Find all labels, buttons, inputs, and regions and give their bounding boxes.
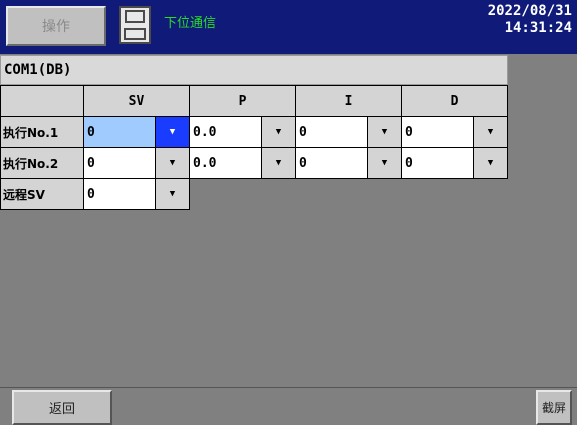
exec1-d-dropdown[interactable]: ▼	[473, 116, 508, 148]
exec1-sv-dropdown[interactable]: ▼	[155, 116, 190, 148]
exec2-i-field[interactable]: 0	[295, 147, 368, 179]
triangle-down-icon: ▼	[169, 158, 176, 168]
triangle-down-icon: ▼	[487, 158, 494, 168]
row-label-exec2: 执行No.2	[0, 147, 84, 179]
exec1-sv-field[interactable]: 0	[83, 116, 156, 148]
row-label-remote-sv: 远程SV	[0, 178, 84, 210]
triangle-down-icon: ▼	[169, 127, 176, 137]
comm-status-label: 下位通信	[164, 16, 217, 31]
triangle-down-icon: ▼	[381, 127, 388, 137]
exec2-d-field[interactable]: 0	[401, 147, 474, 179]
title-bar	[0, 55, 508, 85]
column-header-d: D	[401, 85, 508, 117]
triangle-down-icon: ▼	[381, 158, 388, 168]
triangle-down-icon: ▼	[275, 127, 282, 137]
column-header-p: P	[189, 85, 296, 117]
exec2-sv-field[interactable]: 0	[83, 147, 156, 179]
screenshot-button[interactable]: 截屏	[536, 390, 572, 425]
exec2-p-field[interactable]: 0.0	[189, 147, 262, 179]
time-display: 14:31:24	[504, 20, 572, 36]
exec2-d-dropdown[interactable]: ▼	[473, 147, 508, 179]
remote-sv-field[interactable]: 0	[83, 178, 156, 210]
row-label-exec1: 执行No.1	[0, 116, 84, 148]
triangle-down-icon: ▼	[275, 158, 282, 168]
operate-button[interactable]: 操作	[6, 6, 106, 46]
column-header-sv: SV	[83, 85, 190, 117]
page-title: COM1(DB)	[4, 62, 72, 78]
back-button[interactable]: 返回	[12, 390, 112, 425]
exec2-sv-dropdown[interactable]: ▼	[155, 147, 190, 179]
triangle-down-icon: ▼	[169, 189, 176, 199]
corner-header-cell	[0, 85, 84, 117]
column-header-i: I	[295, 85, 402, 117]
exec2-p-dropdown[interactable]: ▼	[261, 147, 296, 179]
date-display: 2022/08/31	[487, 3, 572, 19]
exec1-i-field[interactable]: 0	[295, 116, 368, 148]
exec1-p-field[interactable]: 0.0	[189, 116, 262, 148]
exec1-i-dropdown[interactable]: ▼	[367, 116, 402, 148]
exec1-p-dropdown[interactable]: ▼	[261, 116, 296, 148]
exec1-d-field[interactable]: 0	[401, 116, 474, 148]
triangle-down-icon: ▼	[487, 127, 494, 137]
floppy-save-icon[interactable]	[119, 6, 151, 44]
remote-sv-dropdown[interactable]: ▼	[155, 178, 190, 210]
exec2-i-dropdown[interactable]: ▼	[367, 147, 402, 179]
